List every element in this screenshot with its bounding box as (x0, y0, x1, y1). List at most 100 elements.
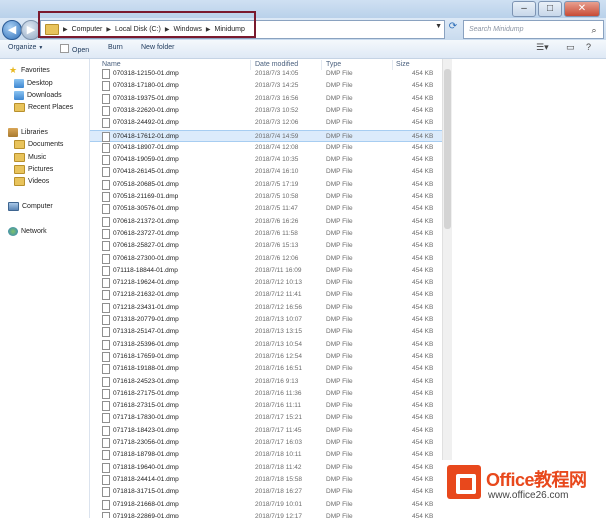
nav-downloads[interactable]: Downloads (14, 91, 62, 100)
open-button[interactable]: Open (60, 44, 89, 54)
minimize-button[interactable]: – (512, 1, 536, 17)
file-size: 454 KB (412, 229, 434, 237)
nav-recent-places[interactable]: Recent Places (14, 103, 73, 112)
file-icon (102, 81, 110, 92)
file-row[interactable]: 071818-24414-01.dmp 2018/7/18 15:58 DMP Fi… (90, 474, 442, 486)
file-row[interactable]: 071718-17830-01.dmp 2018/7/17 15:21 DMP Fi… (90, 412, 442, 424)
file-row[interactable]: 071218-21632-01.dmp 2018/7/12 11:41 DMP Fi… (90, 289, 442, 301)
file-icon (102, 155, 110, 166)
file-size: 454 KB (412, 402, 434, 410)
back-button[interactable]: ◀ (2, 20, 22, 40)
file-date: 2018/7/3 16:56 (255, 94, 299, 102)
file-row[interactable]: 070618-25827-01.dmp 2018/7/6 15:13 DMP Fil… (90, 240, 442, 252)
file-row[interactable]: 071618-27315-01.dmp 2018/7/16 11:11 DMP Fi… (90, 400, 442, 412)
file-size: 454 KB (412, 463, 434, 471)
file-icon (102, 93, 110, 104)
file-row[interactable]: 070418-17612-01.dmp 2018/7/4 14:59 DMP Fil… (90, 129, 442, 142)
file-row[interactable]: 071318-25147-01.dmp 2018/7/13 13:15 DMP Fi… (90, 326, 442, 338)
file-row[interactable]: 071118-18844-01.dmp 2018/7/11 16:09 DMP Fi… (90, 265, 442, 277)
file-row[interactable]: 070418-18907-01.dmp 2018/7/4 12:08 DMP Fil… (90, 142, 442, 154)
file-row[interactable]: 070618-23727-01.dmp 2018/7/6 11:58 DMP Fil… (90, 228, 442, 240)
file-name: 070418-19059-01.dmp (113, 156, 179, 164)
column-name[interactable]: Name (102, 61, 121, 68)
maximize-button[interactable]: □ (538, 1, 562, 17)
file-row[interactable]: 070518-30576-01.dmp 2018/7/5 11:47 DMP Fil… (90, 203, 442, 215)
burn-button[interactable]: Burn (108, 44, 123, 51)
file-type: DMP File (326, 119, 353, 127)
file-date: 2018/7/13 10:54 (255, 340, 302, 348)
column-type[interactable]: Type (326, 61, 341, 68)
pictures-icon (14, 165, 25, 174)
file-type: DMP File (326, 426, 353, 434)
file-row[interactable]: 071318-25396-01.dmp 2018/7/13 10:54 DMP Fi… (90, 339, 442, 351)
column-size[interactable]: Size (396, 61, 410, 68)
file-row[interactable]: 071918-21668-01.dmp 2018/7/19 10:01 DMP Fi… (90, 499, 442, 511)
close-button[interactable]: ✕ (564, 1, 600, 17)
file-row[interactable]: 070318-12150-01.dmp 2018/7/3 14:05 DMP Fil… (90, 68, 442, 80)
file-type: DMP File (326, 254, 353, 262)
file-row[interactable]: 070618-27300-01.dmp 2018/7/6 12:06 DMP Fil… (90, 253, 442, 265)
nav-videos[interactable]: Videos (14, 177, 49, 186)
address-dropdown-icon[interactable]: ▼ (435, 23, 442, 30)
file-type: DMP File (326, 180, 353, 188)
file-row[interactable]: 070318-19375-01.dmp 2018/7/3 16:56 DMP Fil… (90, 93, 442, 105)
nav-pictures[interactable]: Pictures (14, 165, 53, 174)
file-row[interactable]: 071818-19640-01.dmp 2018/7/18 11:42 DMP Fi… (90, 462, 442, 474)
file-icon (102, 290, 110, 301)
file-size: 454 KB (412, 340, 434, 348)
file-icon (102, 401, 110, 412)
scrollbar-thumb[interactable] (444, 69, 451, 229)
nav-label: Desktop (27, 80, 53, 87)
file-date: 2018/7/17 11:45 (255, 426, 302, 434)
file-row[interactable]: 070418-19059-01.dmp 2018/7/4 10:35 DMP Fil… (90, 154, 442, 166)
file-row[interactable]: 070318-24492-01.dmp 2018/7/3 12:06 DMP Fil… (90, 117, 442, 129)
file-row[interactable]: 071918-22869-01.dmp 2018/7/19 12:17 DMP Fi… (90, 511, 442, 518)
file-row[interactable]: 070418-26145-01.dmp 2018/7/4 16:10 DMP Fil… (90, 166, 442, 178)
nav-network[interactable]: Network (8, 227, 47, 236)
help-icon[interactable]: ? (586, 42, 591, 52)
file-type: DMP File (326, 106, 353, 114)
file-icon (102, 167, 110, 178)
vertical-scrollbar[interactable] (442, 59, 452, 518)
file-row[interactable]: 071618-24523-01.dmp 2018/7/16 9:13 DMP Fil… (90, 376, 442, 388)
nav-documents[interactable]: Documents (14, 140, 63, 149)
refresh-icon[interactable]: ⟳ (446, 21, 460, 36)
file-row[interactable]: 071618-17659-01.dmp 2018/7/16 12:54 DMP Fi… (90, 351, 442, 363)
file-row[interactable]: 071818-31715-01.dmp 2018/7/18 16:27 DMP Fi… (90, 486, 442, 498)
file-name: 071618-27315-01.dmp (113, 402, 179, 410)
organize-menu[interactable]: Organize ▼ (8, 44, 43, 51)
new-folder-button[interactable]: New folder (141, 44, 174, 51)
search-box[interactable]: Search Minidump ⌕ (463, 20, 604, 39)
view-options-icon[interactable]: ☰▾ (536, 42, 549, 53)
nav-desktop[interactable]: Desktop (14, 79, 53, 88)
file-row[interactable]: 071618-19188-01.dmp 2018/7/16 16:51 DMP Fi… (90, 363, 442, 375)
file-name: 071618-27175-01.dmp (113, 389, 179, 397)
search-placeholder[interactable]: Search Minidump (464, 26, 589, 33)
nav-computer[interactable]: Computer (8, 202, 53, 211)
column-date-modified[interactable]: Date modified (255, 61, 298, 68)
file-name: 070418-18907-01.dmp (113, 143, 179, 151)
file-row[interactable]: 071718-23056-01.dmp 2018/7/17 16:03 DMP Fi… (90, 437, 442, 449)
file-size: 454 KB (412, 132, 434, 140)
preview-pane-icon[interactable]: ▭ (566, 42, 575, 53)
file-size: 454 KB (412, 279, 434, 287)
file-row[interactable]: 071218-19624-01.dmp 2018/7/12 10:13 DMP Fi… (90, 277, 442, 289)
search-icon[interactable]: ⌕ (589, 25, 599, 35)
open-label: Open (72, 47, 90, 54)
nav-favorites[interactable]: ★ Favorites (8, 66, 50, 75)
file-row[interactable]: 070618-21372-01.dmp 2018/7/6 16:26 DMP Fil… (90, 216, 442, 228)
file-row[interactable]: 070318-22620-01.dmp 2018/7/3 10:52 DMP Fil… (90, 105, 442, 117)
file-row[interactable]: 070518-21169-01.dmp 2018/7/5 10:58 DMP Fil… (90, 191, 442, 203)
file-row[interactable]: 070518-20685-01.dmp 2018/7/5 17:19 DMP Fil… (90, 179, 442, 191)
file-row[interactable]: 071718-18423-01.dmp 2018/7/17 11:45 DMP Fi… (90, 425, 442, 437)
nav-libraries[interactable]: Libraries (8, 128, 48, 137)
file-date: 2018/7/18 11:42 (255, 463, 302, 471)
file-row[interactable]: 070318-17180-01.dmp 2018/7/3 14:25 DMP Fil… (90, 80, 442, 92)
file-row[interactable]: 071318-20779-01.dmp 2018/7/13 10:07 DMP Fi… (90, 314, 442, 326)
file-size: 454 KB (412, 217, 434, 225)
documents-icon (14, 140, 25, 149)
file-row[interactable]: 071818-18798-01.dmp 2018/7/18 10:11 DMP Fi… (90, 449, 442, 461)
nav-music[interactable]: Music (14, 153, 46, 162)
file-row[interactable]: 071618-27175-01.dmp 2018/7/16 11:36 DMP Fi… (90, 388, 442, 400)
file-row[interactable]: 071218-23431-01.dmp 2018/7/12 16:56 DMP Fi… (90, 302, 442, 314)
